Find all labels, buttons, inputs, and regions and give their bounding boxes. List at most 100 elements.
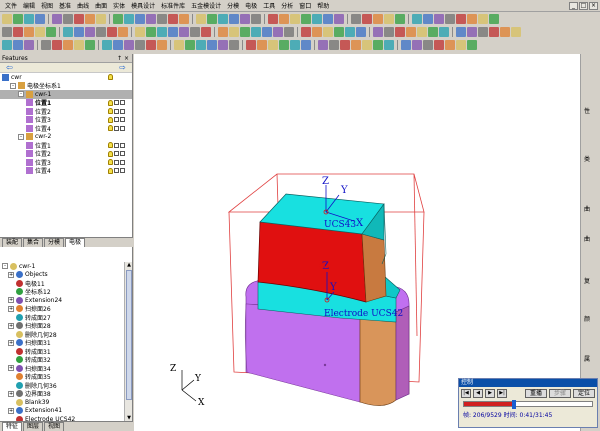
standard-tool-icon[interactable] xyxy=(35,13,45,24)
standard-tool-icon[interactable] xyxy=(279,13,289,24)
tab-tabs_top-2[interactable]: 分模 xyxy=(44,238,65,247)
feature-tree-item[interactable]: - cwr-2 xyxy=(0,133,132,142)
standard-tool-icon[interactable] xyxy=(157,13,167,24)
standard-tool-icon[interactable] xyxy=(85,13,95,24)
sketch-tool-icon[interactable] xyxy=(207,39,217,50)
lightbulb-icon[interactable] xyxy=(108,99,113,106)
feature-tool-icon[interactable] xyxy=(179,26,189,37)
sketch-tool-icon[interactable] xyxy=(102,39,112,50)
toggle-box-icon[interactable] xyxy=(114,142,119,148)
standard-tool-icon[interactable] xyxy=(240,13,250,24)
history-tree-item[interactable]: 转成面27 xyxy=(0,313,124,322)
sketch-tool-icon[interactable] xyxy=(351,39,361,50)
feature-tool-icon[interactable] xyxy=(2,26,12,37)
feature-tool-icon[interactable] xyxy=(511,26,521,37)
standard-tool-icon[interactable] xyxy=(135,13,145,24)
tab-tabs_bottom-1[interactable]: 图层 xyxy=(23,422,44,431)
nav-back-icon[interactable]: ⇦ xyxy=(6,63,13,72)
sketch-tool-icon[interactable] xyxy=(318,39,328,50)
toggle-box-icon[interactable] xyxy=(120,117,125,123)
lightbulb-icon[interactable] xyxy=(108,167,113,174)
feature-tool-icon[interactable] xyxy=(74,26,84,37)
standard-tool-icon[interactable] xyxy=(478,13,488,24)
menu-item-13[interactable]: 分析 xyxy=(278,1,296,10)
toggle-box-icon[interactable] xyxy=(114,151,119,157)
standard-tool-icon[interactable] xyxy=(2,13,12,24)
first-frame-button[interactable]: |◀ xyxy=(461,389,471,398)
tree-expander-icon[interactable]: + xyxy=(8,297,14,304)
sketch-tool-icon[interactable] xyxy=(229,39,239,50)
sketch-tool-icon[interactable] xyxy=(467,39,477,50)
standard-tool-icon[interactable] xyxy=(24,13,34,24)
locate-button[interactable]: 定位 xyxy=(573,389,595,398)
feature-tool-icon[interactable] xyxy=(13,26,23,37)
tree-expander-icon[interactable]: - xyxy=(18,91,24,98)
menu-item-10[interactable]: 分模 xyxy=(224,1,242,10)
tree-expander-icon[interactable]: + xyxy=(8,339,14,346)
sketch-tool-icon[interactable] xyxy=(362,39,372,50)
feature-tree-item[interactable]: 位置1 xyxy=(0,99,132,107)
standard-tool-icon[interactable] xyxy=(146,13,156,24)
scroll-thumb[interactable] xyxy=(126,270,132,400)
tab-tabs_bottom-0[interactable]: 特征 xyxy=(2,422,23,431)
last-frame-button[interactable]: ▶| xyxy=(497,389,507,398)
feature-tool-icon[interactable] xyxy=(384,26,394,37)
tree-expander-icon[interactable]: + xyxy=(8,305,14,312)
history-tree-item[interactable]: + Extension41 xyxy=(0,407,124,416)
feature-tool-icon[interactable] xyxy=(334,26,344,37)
standard-tool-icon[interactable] xyxy=(96,13,106,24)
tab-tabs_top-3[interactable]: 电极 xyxy=(65,238,86,247)
feature-tool-icon[interactable] xyxy=(63,26,73,37)
lightbulb-icon[interactable] xyxy=(108,74,113,81)
tree-expander-icon[interactable]: - xyxy=(2,263,8,270)
sketch-tool-icon[interactable] xyxy=(257,39,267,50)
right-strip-label[interactable]: 性 xyxy=(584,106,590,115)
feature-tree-item[interactable]: 位置3 xyxy=(0,158,132,167)
history-tree-item[interactable]: - cwr-1 xyxy=(0,262,124,271)
toggle-box-icon[interactable] xyxy=(120,142,125,148)
menu-item-8[interactable]: 标准件库 xyxy=(158,1,188,10)
model-scene[interactable]: Z Y X UCS43 Z Y Electrode UCS42 Z Y X xyxy=(134,54,580,431)
sketch-tool-icon[interactable] xyxy=(279,39,289,50)
feature-tool-icon[interactable] xyxy=(395,26,405,37)
standard-tool-icon[interactable] xyxy=(434,13,444,24)
history-tree-item[interactable]: + 边界面38 xyxy=(0,390,124,398)
sketch-tool-icon[interactable] xyxy=(2,39,12,50)
sketch-tool-icon[interactable] xyxy=(74,39,84,50)
standard-tool-icon[interactable] xyxy=(251,13,261,24)
standard-tool-icon[interactable] xyxy=(268,13,278,24)
feature-tree-item[interactable]: cwr xyxy=(0,73,132,82)
history-tree-item[interactable]: Blank39 xyxy=(0,398,124,407)
step-button[interactable]: 步骤 xyxy=(549,389,571,398)
menu-item-0[interactable]: 文件 xyxy=(2,1,20,10)
sketch-tool-icon[interactable] xyxy=(13,39,23,50)
restore-icon[interactable]: □ xyxy=(579,1,588,10)
feature-tool-icon[interactable] xyxy=(135,26,145,37)
sketch-tool-icon[interactable] xyxy=(85,39,95,50)
feature-tree-item[interactable]: 位置2 xyxy=(0,107,132,116)
standard-tool-icon[interactable] xyxy=(467,13,477,24)
standard-tool-icon[interactable] xyxy=(445,13,455,24)
3d-viewport[interactable]: Z Y X UCS43 Z Y Electrode UCS42 Z Y X xyxy=(134,54,580,431)
standard-tool-icon[interactable] xyxy=(218,13,228,24)
standard-tool-icon[interactable] xyxy=(412,13,422,24)
standard-tool-icon[interactable] xyxy=(362,13,372,24)
standard-tool-icon[interactable] xyxy=(207,13,217,24)
toggle-box-icon[interactable] xyxy=(120,108,125,114)
sketch-tool-icon[interactable] xyxy=(329,39,339,50)
standard-tool-icon[interactable] xyxy=(312,13,322,24)
history-tree-item[interactable]: 电极11 xyxy=(0,279,124,288)
right-strip-label[interactable]: 复 xyxy=(584,276,590,285)
menu-item-11[interactable]: 电极 xyxy=(242,1,260,10)
scroll-up-icon[interactable]: ▲ xyxy=(125,262,133,269)
lightbulb-icon[interactable] xyxy=(108,150,113,157)
standard-tool-icon[interactable] xyxy=(395,13,405,24)
tree-expander-icon[interactable]: + xyxy=(8,322,14,329)
sketch-tool-icon[interactable] xyxy=(24,39,34,50)
toggle-box-icon[interactable] xyxy=(114,168,119,174)
feature-tool-icon[interactable] xyxy=(218,26,228,37)
sketch-tool-icon[interactable] xyxy=(185,39,195,50)
feature-tool-icon[interactable] xyxy=(323,26,333,37)
right-strip-label[interactable]: 曲 xyxy=(584,234,590,243)
sketch-tool-icon[interactable] xyxy=(290,39,300,50)
